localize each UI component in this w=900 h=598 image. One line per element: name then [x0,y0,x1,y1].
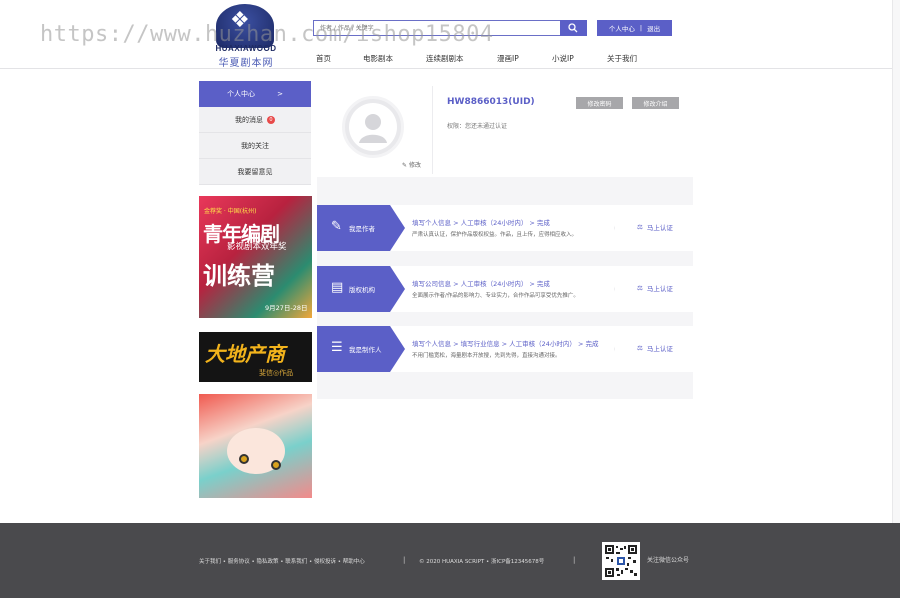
nav-about-us[interactable]: 关于我们 [607,53,637,64]
nav-movie-scripts[interactable]: 电影剧本 [363,53,393,64]
edit-avatar-link[interactable]: ✎ 修改 [402,160,421,169]
chevron-right-icon: > [277,90,283,98]
verify-now-button[interactable]: ⚖ 马上认证 [637,283,673,293]
sidebar-item-messages[interactable]: 我的消息 0 [199,107,311,133]
illustration-eye [271,460,281,470]
edit-intro-button[interactable]: 修改介绍 [632,97,679,109]
default-user-icon [349,103,397,151]
verify-steps: 填写个人信息 > 填写行业信息 > 人工审核（24小时内） > 完成 [412,340,599,348]
verify-description: 严肃认真认证，保护作品版权权益。作品，且上传，应得相应收入。 [412,232,578,238]
footer-separator: | [403,556,406,564]
illustration-eye [239,454,249,464]
role-author-tag: ✎ 我是作者 [317,205,405,251]
message-count-badge: 0 [267,115,275,124]
search-icon [568,23,578,33]
ad-title: 大地产商 [205,342,285,366]
verify-row-author: ✎ 我是作者 填写个人信息 > 人工审核（24小时内） > 完成 严肃认真认证，… [317,205,693,251]
verify-now-label: 马上认证 [646,285,673,293]
verify-description: 不用门槛宽松，海量剧本开放搜，先到先得，直接沟通对接。 [412,353,561,359]
verify-row-producer: ☰ 我是制作人 填写个人信息 > 填写行业信息 > 人工审核（24小时内） > … [317,326,693,372]
role-copyright-org-tag: ▤ 版权机构 [317,266,405,312]
change-password-button[interactable]: 修改密码 [576,97,623,109]
ad-subtitle: 斐信◎作品 [259,369,294,377]
role-label: 版权机构 [349,286,375,294]
nav-series-scripts[interactable]: 连续剧剧本 [426,53,464,64]
footer-links[interactable]: 关于我们 • 服务协议 • 隐私政策 • 联系我们 • 侵权投诉 • 帮助中心 [199,557,365,565]
qr-caption: 关注微信公众号 [647,557,690,564]
avatar[interactable] [342,96,404,158]
verify-description: 全面展示作者/作品的影响力、专业实力，合作作品可享受优先推广。 [412,293,579,299]
edit-icon: ✎ [402,162,408,169]
ad-banner-illustration[interactable] [199,394,312,498]
verify-now-button[interactable]: ⚖ 马上认证 [637,343,673,353]
list-icon: ☰ [331,340,343,355]
verify-steps: 填写个人信息 > 人工审核（24小时内） > 完成 [412,219,550,227]
role-label: 我是制作人 [349,346,382,354]
gavel-icon: ⚖ [637,344,643,352]
site-footer: 关于我们 • 服务协议 • 隐私政策 • 联系我们 • 侵权投诉 • 帮助中心 … [0,523,900,598]
auth-status: 权限：您还未通过认证 [447,123,508,130]
gavel-icon: ⚖ [637,284,643,292]
edit-label: 修改 [408,162,421,169]
sidebar-item-label: 我要留意见 [237,167,273,176]
ad-text: 训练营 [203,262,275,290]
sidebar-item-follows[interactable]: 我的关注 [199,133,311,159]
ad-banner-training-camp[interactable]: 金荐奖 · 中国(杭州) 青年编剧 影视剧本双年奖 训练营 9月27日-28日 [199,196,312,318]
qr-code-icon [604,544,638,578]
user-bar-divider: | [639,24,643,32]
role-producer-tag: ☰ 我是制作人 [317,326,405,372]
gavel-icon: ⚖ [637,223,643,231]
sidebar-head-label: 个人中心 [227,90,256,98]
sidebar-item-label: 我的消息 [235,115,263,124]
user-uid: HW8866013(UID) [447,97,535,107]
wechat-qr-code [602,542,640,580]
nav-novel-ip[interactable]: 小说IP [552,53,574,64]
page-scroll-edge [892,0,900,523]
sidebar-menu: 个人中心 > 我的消息 0 我的关注 我要留意见 [199,81,311,185]
verify-now-button[interactable]: ⚖ 马上认证 [637,222,673,232]
ad-text: 金荐奖 · 中国(杭州) [204,208,257,215]
verify-now-label: 马上认证 [646,224,673,232]
footer-copyright: © 2020 HUAXIA SCRIPT • 浙ICP备12345678号 [419,559,545,565]
sidebar-item-feedback[interactable]: 我要留意见 [199,159,311,185]
ad-text: 影视剧本双年奖 [227,242,287,252]
search-button[interactable] [560,20,587,36]
pencil-icon: ✎ [331,219,342,234]
verify-steps: 填写公司信息 > 人工审核（24小时内） > 完成 [412,280,550,288]
verify-row-copyright-org: ▤ 版权机构 填写公司信息 > 人工审核（24小时内） > 完成 全面展示作者/… [317,266,693,312]
document-icon: ▤ [331,280,344,295]
sidebar-item-label: 我的关注 [241,141,269,150]
logo-chinese-text: 华夏剧本网 [218,58,274,69]
url-watermark: https://www.huzhan.com/ishop15804 [40,22,494,47]
ad-date: 9月27日-28日 [265,304,308,312]
ad-banner-real-estate[interactable]: 大地产商 斐信◎作品 [199,332,312,382]
profile-divider [432,86,433,174]
user-bar: 个人中心 | 退出 [597,20,672,36]
verify-now-label: 马上认证 [646,345,673,353]
nav-home[interactable]: 首页 [316,53,331,64]
footer-separator: | [573,556,576,564]
user-center-link[interactable]: 个人中心 [609,23,635,33]
logout-link[interactable]: 退出 [647,23,660,33]
nav-comic-ip[interactable]: 漫画IP [497,53,519,64]
role-label: 我是作者 [349,225,375,233]
sidebar-item-personal-center[interactable]: 个人中心 > [199,81,311,107]
